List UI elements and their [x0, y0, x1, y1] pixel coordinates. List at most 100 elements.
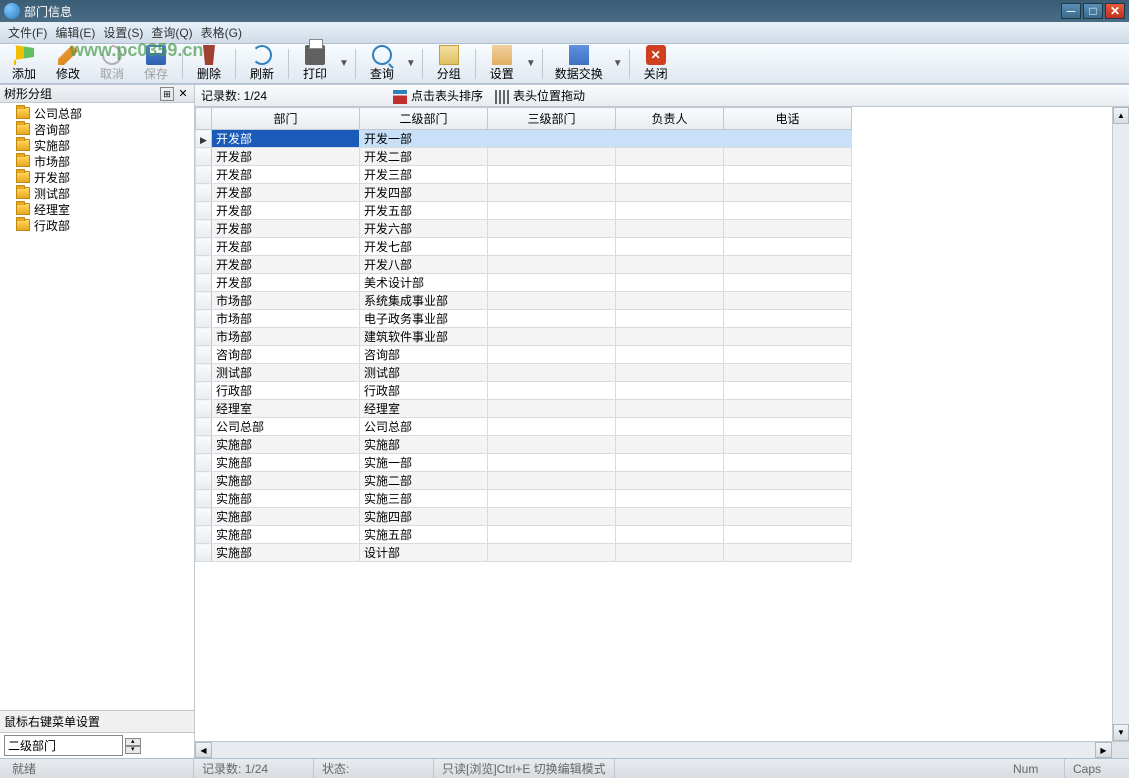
table-cell[interactable]: 开发六部 — [360, 220, 488, 238]
table-cell[interactable]: 开发四部 — [360, 184, 488, 202]
table-cell[interactable]: 开发部 — [212, 256, 360, 274]
row-indicator[interactable] — [196, 328, 212, 346]
table-cell[interactable]: 咨询部 — [212, 346, 360, 364]
row-indicator[interactable] — [196, 454, 212, 472]
table-cell[interactable]: 行政部 — [360, 382, 488, 400]
table-cell[interactable] — [724, 202, 852, 220]
row-indicator[interactable] — [196, 130, 212, 148]
table-row[interactable]: 实施部实施部 — [196, 436, 852, 454]
table-cell[interactable] — [616, 364, 724, 382]
chevron-down-icon[interactable]: ▼ — [339, 58, 349, 69]
table-cell[interactable]: 电子政务事业部 — [360, 310, 488, 328]
table-cell[interactable] — [488, 148, 616, 166]
sidebar-close-icon[interactable]: ✕ — [176, 87, 190, 101]
column-header[interactable]: 部门 — [212, 108, 360, 130]
table-cell[interactable] — [616, 490, 724, 508]
row-indicator[interactable] — [196, 382, 212, 400]
table-row[interactable]: 实施部实施二部 — [196, 472, 852, 490]
table-cell[interactable] — [724, 256, 852, 274]
table-row[interactable]: 实施部实施一部 — [196, 454, 852, 472]
table-row[interactable]: 经理室经理室 — [196, 400, 852, 418]
table-cell[interactable] — [724, 364, 852, 382]
table-cell[interactable]: 经理室 — [360, 400, 488, 418]
table-cell[interactable] — [488, 220, 616, 238]
table-row[interactable]: 咨询部咨询部 — [196, 346, 852, 364]
table-cell[interactable]: 系统集成事业部 — [360, 292, 488, 310]
table-cell[interactable]: 开发五部 — [360, 202, 488, 220]
row-indicator[interactable] — [196, 274, 212, 292]
table-cell[interactable] — [724, 166, 852, 184]
table-cell[interactable] — [488, 256, 616, 274]
table-cell[interactable] — [724, 220, 852, 238]
print-button[interactable]: 打印 — [295, 43, 335, 84]
table-cell[interactable]: 行政部 — [212, 382, 360, 400]
table-cell[interactable] — [488, 490, 616, 508]
table-cell[interactable] — [616, 526, 724, 544]
table-cell[interactable]: 开发八部 — [360, 256, 488, 274]
row-indicator[interactable] — [196, 292, 212, 310]
table-cell[interactable]: 开发部 — [212, 166, 360, 184]
column-header[interactable]: 三级部门 — [488, 108, 616, 130]
table-cell[interactable]: 设计部 — [360, 544, 488, 562]
row-indicator[interactable] — [196, 202, 212, 220]
save-button[interactable]: 保存 — [136, 43, 176, 84]
tree-item[interactable]: 经理室 — [2, 201, 192, 217]
table-cell[interactable] — [488, 418, 616, 436]
row-indicator[interactable] — [196, 436, 212, 454]
table-cell[interactable] — [616, 166, 724, 184]
table-row[interactable]: 开发部开发一部 — [196, 130, 852, 148]
delete-button[interactable]: 删除 — [189, 43, 229, 84]
table-cell[interactable]: 市场部 — [212, 292, 360, 310]
table-cell[interactable] — [724, 436, 852, 454]
table-cell[interactable] — [616, 184, 724, 202]
table-row[interactable]: 开发部开发四部 — [196, 184, 852, 202]
table-cell[interactable] — [616, 382, 724, 400]
table-cell[interactable]: 实施一部 — [360, 454, 488, 472]
table-cell[interactable] — [488, 400, 616, 418]
table-cell[interactable]: 公司总部 — [212, 418, 360, 436]
cancel-button[interactable]: 取消 — [92, 43, 132, 84]
table-cell[interactable]: 实施四部 — [360, 508, 488, 526]
table-cell[interactable] — [724, 418, 852, 436]
table-row[interactable]: 行政部行政部 — [196, 382, 852, 400]
table-cell[interactable]: 经理室 — [212, 400, 360, 418]
table-cell[interactable]: 开发部 — [212, 202, 360, 220]
row-indicator[interactable] — [196, 418, 212, 436]
table-cell[interactable]: 实施二部 — [360, 472, 488, 490]
table-row[interactable]: 开发部开发八部 — [196, 256, 852, 274]
table-cell[interactable] — [616, 472, 724, 490]
data-grid[interactable]: 部门二级部门三级部门负责人电话 开发部开发一部开发部开发二部开发部开发三部开发部… — [195, 107, 1112, 741]
row-indicator-header[interactable] — [196, 108, 212, 130]
data-exchange-button[interactable]: 数据交换 — [549, 43, 609, 84]
table-cell[interactable] — [488, 364, 616, 382]
table-cell[interactable] — [724, 310, 852, 328]
row-indicator[interactable] — [196, 472, 212, 490]
row-indicator[interactable] — [196, 256, 212, 274]
table-cell[interactable] — [724, 148, 852, 166]
table-cell[interactable] — [616, 508, 724, 526]
table-cell[interactable] — [488, 184, 616, 202]
scroll-right-icon[interactable]: ▶ — [1095, 742, 1112, 758]
tree-item[interactable]: 市场部 — [2, 153, 192, 169]
table-cell[interactable]: 开发部 — [212, 274, 360, 292]
table-cell[interactable] — [724, 274, 852, 292]
row-indicator[interactable] — [196, 400, 212, 418]
table-row[interactable]: 实施部实施三部 — [196, 490, 852, 508]
combo-value[interactable]: 二级部门 — [4, 735, 123, 756]
column-header[interactable]: 二级部门 — [360, 108, 488, 130]
table-cell[interactable] — [616, 310, 724, 328]
close-window-button[interactable]: ✕ — [1105, 3, 1125, 19]
table-cell[interactable] — [488, 436, 616, 454]
table-cell[interactable] — [724, 508, 852, 526]
sidebar-config-icon[interactable]: ⊞ — [160, 87, 174, 101]
table-cell[interactable] — [488, 454, 616, 472]
table-cell[interactable] — [488, 238, 616, 256]
tree-view[interactable]: 公司总部咨询部实施部市场部开发部测试部经理室行政部 — [0, 103, 194, 710]
table-cell[interactable] — [724, 472, 852, 490]
table-cell[interactable] — [724, 130, 852, 148]
menu-settings[interactable]: 设置(S) — [99, 24, 147, 41]
sidebar-combo[interactable]: 二级部门 ▴▾ — [0, 733, 194, 758]
vertical-scrollbar[interactable]: ▲ ▼ — [1112, 107, 1129, 741]
table-cell[interactable] — [488, 202, 616, 220]
settings-button[interactable]: 设置 — [482, 43, 522, 84]
